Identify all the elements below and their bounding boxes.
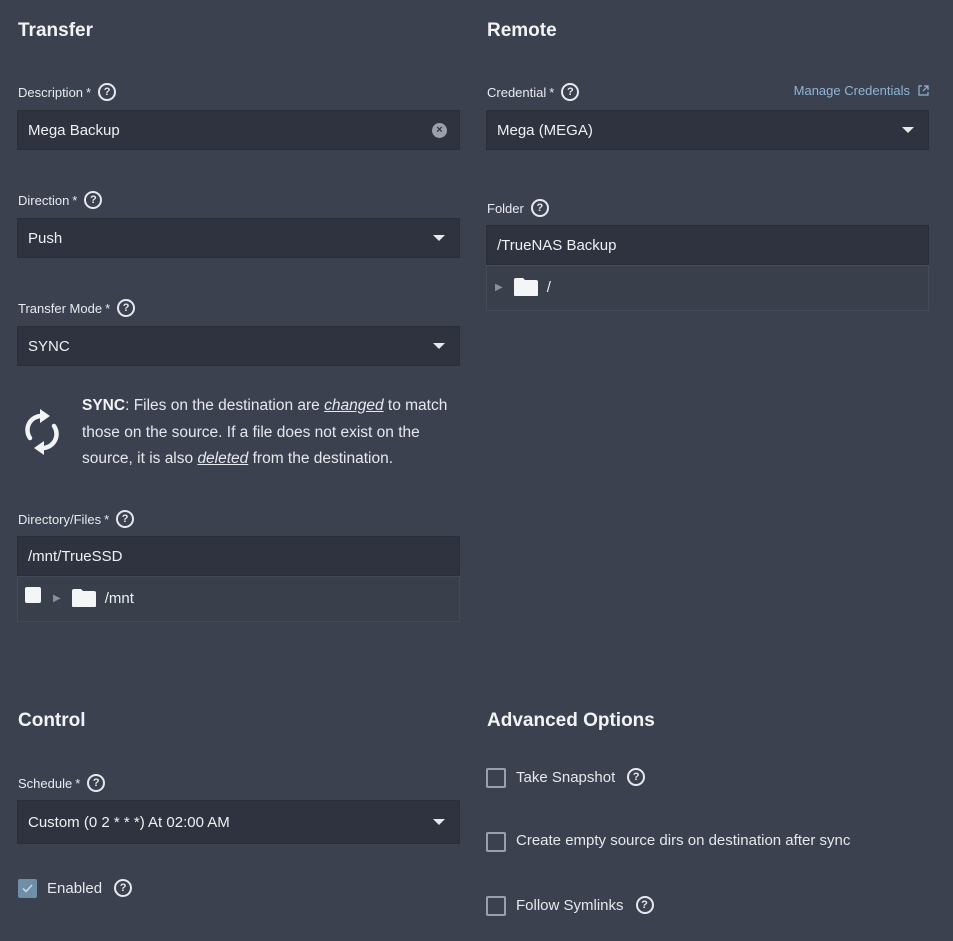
take-snapshot-label: Take Snapshot ? — [516, 768, 646, 786]
required-marker: * — [104, 511, 110, 527]
create-empty-dirs-text: Create empty source dirs on destination … — [516, 832, 851, 849]
tree-node[interactable]: ▶ / — [495, 277, 551, 297]
take-snapshot-text: Take Snapshot — [516, 768, 616, 786]
create-empty-dirs-label: Create empty source dirs on destination … — [516, 832, 850, 849]
enabled-label-text: Enabled — [47, 879, 103, 897]
tree-node-label: / — [546, 278, 551, 296]
sync-mode-name: SYNC — [82, 397, 126, 414]
expand-icon[interactable]: ▶ — [495, 282, 503, 293]
enabled-checkbox[interactable] — [18, 879, 37, 898]
sync-icon — [25, 409, 59, 455]
credential-select[interactable]: Mega (MEGA) — [486, 110, 929, 150]
follow-symlinks-checkbox[interactable] — [486, 896, 506, 916]
sync-deleted-word: deleted — [197, 450, 249, 467]
enabled-label: Enabled ? — [47, 879, 133, 897]
tree-node[interactable]: ▶ /mnt — [53, 588, 134, 608]
description-label-text: Description — [18, 84, 84, 100]
chevron-down-icon — [433, 343, 445, 349]
required-marker: * — [86, 84, 92, 100]
chevron-down-icon — [902, 127, 914, 133]
credential-value: Mega (MEGA) — [497, 121, 593, 139]
required-marker: * — [549, 84, 555, 100]
schedule-label-text: Schedule — [18, 775, 73, 791]
help-icon[interactable]: ? — [98, 83, 117, 101]
directory-tree: ▶ /mnt — [17, 576, 460, 622]
direction-select[interactable]: Push — [17, 218, 460, 258]
required-marker: * — [105, 300, 111, 316]
take-snapshot-checkbox[interactable] — [486, 768, 506, 788]
credential-label: Credential * ? — [487, 83, 580, 101]
folder-tree: ▶ / — [486, 265, 929, 311]
transfer-mode-label-text: Transfer Mode — [18, 300, 103, 316]
direction-label: Direction * ? — [18, 191, 103, 209]
schedule-label: Schedule * ? — [18, 774, 106, 792]
required-marker: * — [72, 192, 78, 208]
help-icon[interactable]: ? — [116, 510, 135, 528]
sync-text-1: : Files on the destination are — [125, 397, 325, 414]
description-value: Mega Backup — [28, 121, 120, 139]
transfer-mode-label: Transfer Mode * ? — [18, 299, 136, 317]
credential-label-text: Credential — [487, 84, 547, 100]
manage-credentials-text: Manage Credentials — [793, 83, 910, 98]
chevron-down-icon — [433, 819, 445, 825]
sync-text-3: from the destination. — [248, 450, 394, 467]
external-link-icon — [918, 85, 929, 96]
folder-label: Folder ? — [487, 199, 549, 217]
help-icon[interactable]: ? — [84, 191, 103, 209]
create-empty-dirs-checkbox[interactable] — [486, 832, 506, 852]
help-icon[interactable]: ? — [561, 83, 580, 101]
help-icon[interactable]: ? — [117, 299, 136, 317]
folder-icon — [513, 278, 538, 296]
tree-node-label: /mnt — [104, 589, 134, 607]
advanced-section-title: Advanced Options — [487, 710, 655, 731]
description-input[interactable]: Mega Backup × — [17, 110, 460, 150]
required-marker: * — [75, 775, 81, 791]
manage-credentials-link[interactable]: Manage Credentials — [794, 83, 929, 98]
transfer-mode-value: SYNC — [28, 337, 70, 355]
tree-node-checkbox[interactable] — [25, 587, 41, 603]
help-icon[interactable]: ? — [635, 896, 654, 914]
folder-value: /TrueNAS Backup — [497, 236, 617, 254]
help-icon[interactable]: ? — [114, 879, 133, 897]
help-icon[interactable]: ? — [87, 774, 106, 792]
folder-input[interactable]: /TrueNAS Backup — [486, 225, 929, 265]
checkmark-icon — [22, 884, 33, 893]
direction-label-text: Direction — [18, 192, 70, 208]
directory-label-text: Directory/Files — [18, 511, 102, 527]
sync-description: SYNC: Files on the destination are chang… — [82, 393, 467, 473]
control-section-title: Control — [18, 710, 86, 731]
follow-symlinks-label: Follow Symlinks ? — [516, 896, 654, 914]
folder-icon — [71, 589, 96, 607]
description-label: Description * ? — [18, 83, 117, 101]
expand-icon[interactable]: ▶ — [53, 593, 61, 604]
folder-label-text: Folder — [487, 200, 524, 216]
schedule-select[interactable]: Custom (0 2 * * *) At 02:00 AM — [17, 800, 460, 844]
direction-value: Push — [28, 229, 63, 247]
directory-label: Directory/Files * ? — [18, 510, 135, 528]
follow-symlinks-text: Follow Symlinks — [516, 896, 624, 914]
help-icon[interactable]: ? — [627, 768, 646, 786]
directory-value: /mnt/TrueSSD — [28, 547, 123, 565]
transfer-section-title: Transfer — [18, 20, 93, 41]
chevron-down-icon — [433, 235, 445, 241]
remote-section-title: Remote — [487, 20, 557, 41]
schedule-value: Custom (0 2 * * *) At 02:00 AM — [28, 813, 230, 831]
directory-input[interactable]: /mnt/TrueSSD — [17, 536, 460, 576]
transfer-mode-select[interactable]: SYNC — [17, 326, 460, 366]
help-icon[interactable]: ? — [530, 199, 549, 217]
sync-changed-word: changed — [324, 397, 384, 414]
clear-icon[interactable]: × — [432, 123, 447, 138]
